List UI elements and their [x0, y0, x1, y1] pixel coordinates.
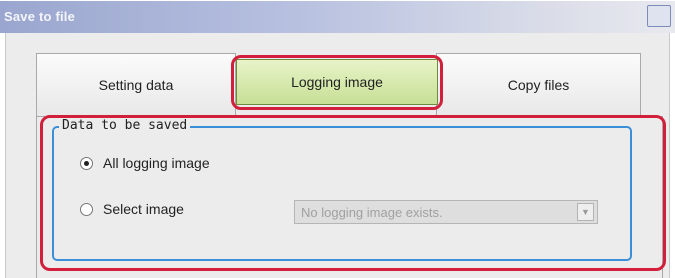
radio-select-image[interactable]: Select image	[80, 201, 184, 217]
data-to-be-saved-group	[52, 126, 632, 261]
image-select-dropdown[interactable]: No logging image exists. ▼	[294, 200, 598, 224]
window-title: Save to file	[4, 9, 76, 24]
tab-logging-image[interactable]: Logging image	[236, 59, 438, 105]
radio-label: All logging image	[103, 155, 210, 171]
chevron-down-icon[interactable]: ▼	[577, 203, 594, 221]
radio-all-logging-image[interactable]: All logging image	[80, 155, 210, 171]
tab-copy-files[interactable]: Copy files	[436, 53, 641, 116]
select-value: No logging image exists.	[301, 205, 443, 220]
tab-setting-data[interactable]: Setting data	[36, 53, 236, 116]
radio-checked-icon[interactable]	[80, 156, 93, 170]
close-button[interactable]	[647, 5, 671, 27]
group-label: Data to be saved	[59, 118, 191, 133]
window-titlebar: Save to file	[0, 0, 675, 33]
radio-label: Select image	[103, 201, 184, 217]
radio-unchecked-icon[interactable]	[80, 202, 93, 216]
